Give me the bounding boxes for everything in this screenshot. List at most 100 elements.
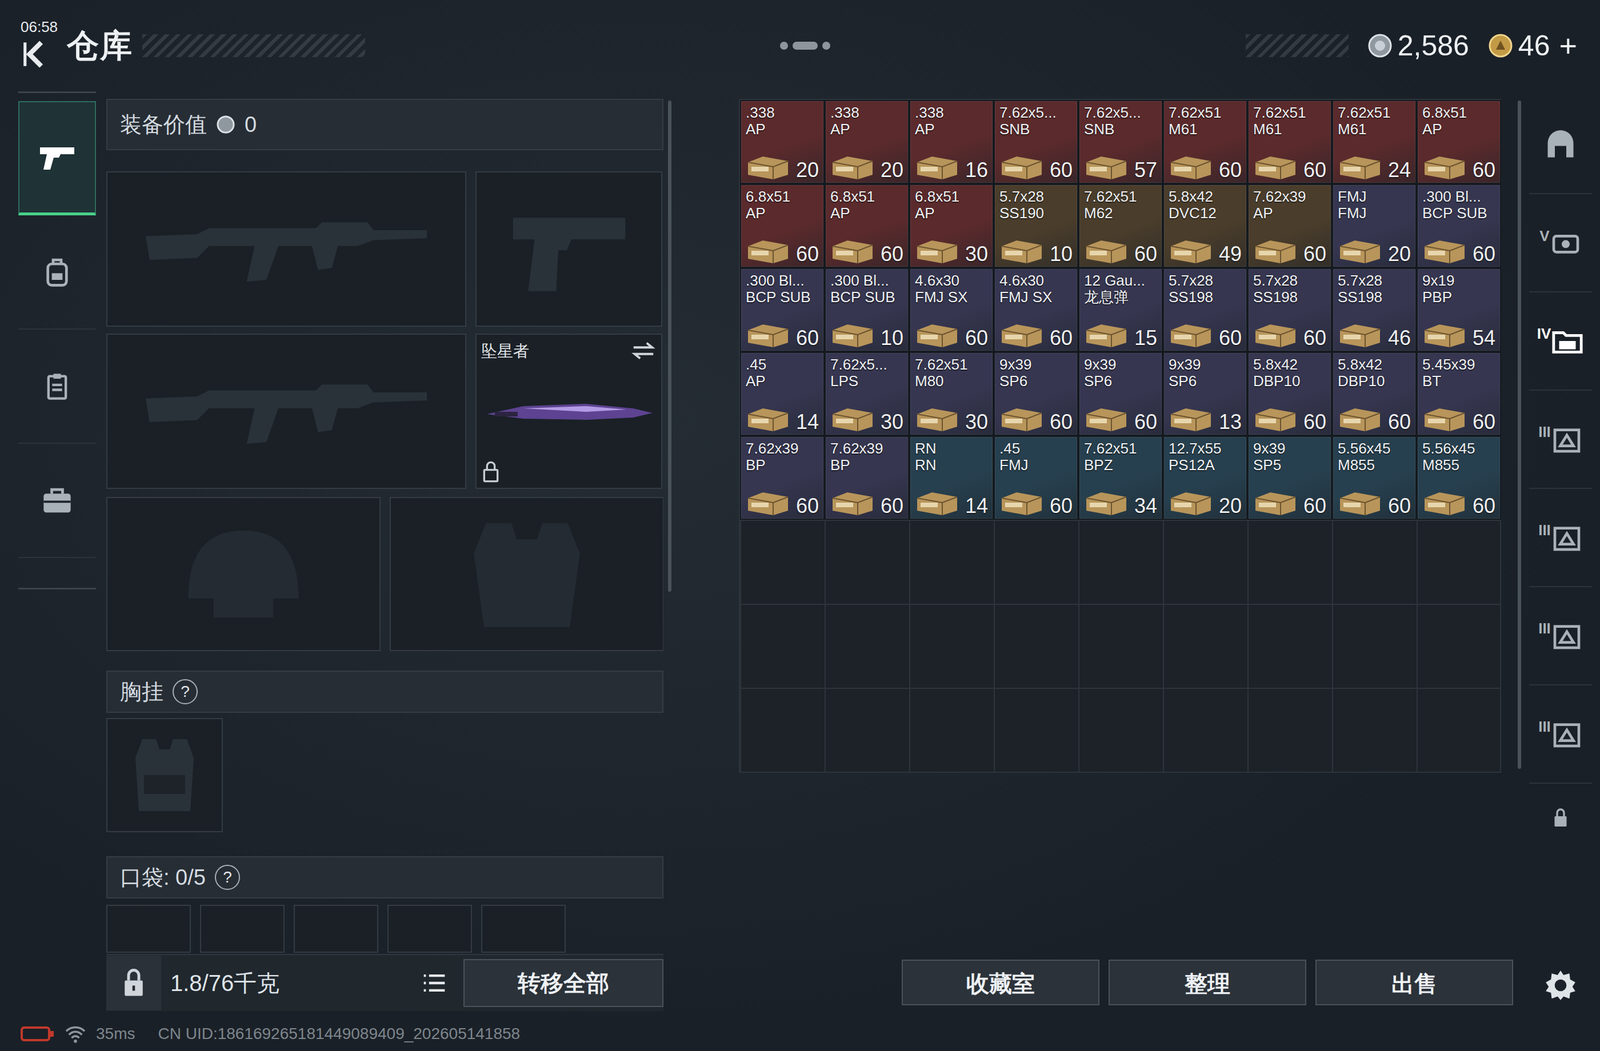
ammo-item[interactable]: 5.7x28SS19860 [1162, 268, 1248, 352]
add-currency-button[interactable]: + [1558, 30, 1578, 62]
hatch-decoration [1245, 34, 1349, 58]
ammo-item[interactable]: 5.7x28SS19860 [1247, 268, 1332, 352]
storage-tab[interactable]: III [1529, 390, 1592, 490]
nav-item[interactable] [18, 215, 96, 330]
action-button[interactable]: 整理 [1108, 960, 1307, 1006]
melee-slot[interactable]: 坠星者 [475, 333, 663, 490]
ammo-box-icon [1422, 406, 1467, 433]
ammo-item[interactable]: 9x39SP660 [1078, 352, 1163, 436]
pistol-slot[interactable] [475, 171, 663, 327]
help-button[interactable]: ? [172, 679, 198, 705]
ammo-item[interactable]: 5.8x42DBP1060 [1332, 352, 1417, 436]
ammo-item[interactable]: .338AP20 [824, 100, 910, 184]
ammo-item[interactable]: 9x39SP613 [1162, 352, 1248, 436]
ammo-item[interactable]: .300 Bl...BCP SUB60 [740, 268, 825, 352]
pocket-slot[interactable] [481, 905, 566, 954]
transfer-all-button[interactable]: 转移全部 [463, 959, 664, 1008]
ammo-box-icon [1253, 406, 1298, 433]
ammo-item[interactable]: 5.8x42DVC1249 [1162, 184, 1248, 268]
ammo-item[interactable]: .45AP14 [740, 352, 825, 436]
ammo-item[interactable]: 6.8x51AP60 [1416, 100, 1502, 184]
ammo-item[interactable]: 5.8x42DBP1060 [1247, 352, 1332, 436]
ammo-item[interactable]: 7.62x51M6160 [1247, 100, 1332, 184]
ammo-item[interactable]: 7.62x39AP60 [1247, 184, 1332, 268]
ammo-item[interactable]: 5.56x45M85560 [1332, 436, 1417, 520]
inventory-scrollbar[interactable] [1517, 100, 1522, 770]
ammo-item[interactable]: RNRN14 [909, 436, 994, 520]
secondary-weapon-slot[interactable] [106, 333, 467, 490]
drag-handle[interactable] [780, 41, 831, 50]
list-button[interactable] [414, 960, 455, 1007]
ammo-item[interactable]: 7.62x51M6160 [1162, 100, 1248, 184]
ammo-item[interactable]: 6.8x51AP30 [909, 184, 994, 268]
currency: 46 [1487, 24, 1551, 68]
equipment-scrollbar[interactable] [668, 100, 672, 592]
storage-icon [1550, 326, 1584, 356]
storage-tab[interactable]: V [1529, 194, 1592, 293]
back-arrow-icon[interactable] [20, 36, 56, 72]
ammo-type: SNB [1084, 121, 1158, 138]
pocket-slot[interactable] [200, 905, 285, 954]
storage-tab[interactable] [1529, 96, 1592, 195]
tab-content: III [1538, 621, 1583, 651]
ammo-type: AP [745, 121, 819, 138]
ammo-item[interactable]: 9x19PBP54 [1416, 268, 1502, 352]
storage-tab[interactable]: III [1529, 587, 1592, 686]
storage-tab[interactable]: III [1529, 685, 1592, 784]
help-button[interactable]: ? [214, 865, 240, 891]
ammo-item[interactable]: 6.8x51AP60 [740, 184, 825, 268]
ammo-item[interactable]: 7.62x39BP60 [740, 436, 825, 520]
locked-tab[interactable] [1529, 784, 1592, 853]
ammo-item[interactable]: 7.62x51M8030 [909, 352, 994, 436]
ammo-bottom: 60 [1168, 137, 1242, 181]
ammo-item[interactable]: .300 Bl...BCP SUB10 [824, 268, 910, 352]
ammo-caliber: 7.62x39 [830, 440, 904, 458]
ammo-item[interactable]: 5.56x45M85560 [1416, 436, 1502, 520]
ammo-item[interactable]: 5.45x39BT60 [1416, 352, 1502, 436]
ammo-item[interactable]: 7.62x51M6124 [1332, 100, 1417, 184]
nav-item[interactable] [18, 329, 96, 444]
ammo-item[interactable]: 4.6x30FMJ SX60 [993, 268, 1079, 352]
nav-item[interactable] [18, 444, 96, 559]
pocket-slot[interactable] [293, 905, 379, 954]
storage-tab[interactable]: IV [1529, 292, 1592, 391]
ammo-item[interactable]: .300 Bl...BCP SUB60 [1416, 184, 1502, 268]
ammo-item[interactable]: 7.62x51M6260 [1078, 184, 1163, 268]
hatch-decoration [142, 34, 366, 58]
storage-tab[interactable]: III [1529, 489, 1592, 588]
lock-button[interactable] [106, 956, 162, 1011]
equipment-list: 装备价值0坠星者胸挂?口袋: 0/5? [106, 91, 664, 955]
ammo-caliber: .300 Bl... [745, 272, 819, 290]
ammo-item[interactable]: 12.7x55PS12A20 [1162, 436, 1248, 520]
ammo-item[interactable]: 7.62x5...LPS30 [824, 352, 910, 436]
ammo-item[interactable]: 9x39SP660 [993, 352, 1079, 436]
ammo-count: 60 [796, 244, 819, 265]
ammo-item[interactable]: 6.8x51AP60 [824, 184, 910, 268]
ammo-type: AP [745, 373, 819, 390]
ammo-item[interactable]: 7.62x5...SNB60 [993, 100, 1079, 184]
pocket-slot[interactable] [106, 905, 191, 954]
primary-weapon-slot[interactable] [106, 171, 467, 327]
action-button[interactable]: 出售 [1315, 960, 1514, 1006]
ammo-item[interactable]: .338AP20 [740, 100, 825, 184]
ammo-item[interactable]: 5.7x28SS19846 [1332, 268, 1417, 352]
pocket-slot[interactable] [387, 905, 472, 954]
ammo-item[interactable]: .338AP16 [909, 100, 994, 184]
helmet-slot[interactable] [106, 497, 381, 652]
nav-item[interactable] [18, 101, 96, 216]
ammo-item[interactable]: 7.62x5...SNB57 [1078, 100, 1163, 184]
ammo-item[interactable]: .45FMJ60 [993, 436, 1079, 520]
swap-icon[interactable] [630, 339, 657, 363]
action-button[interactable]: 收藏室 [901, 960, 1100, 1006]
ammo-item[interactable]: 9x39SP560 [1247, 436, 1332, 520]
armor-slot[interactable] [389, 497, 664, 652]
ammo-item[interactable]: 4.6x30FMJ SX60 [909, 268, 994, 352]
ammo-item[interactable]: 7.62x39BP60 [824, 436, 910, 520]
ammo-count: 20 [796, 160, 819, 181]
ammo-item[interactable]: FMJFMJ20 [1332, 184, 1417, 268]
ammo-item[interactable]: 5.7x28SS19010 [993, 184, 1079, 268]
ammo-item[interactable]: 7.62x51BPZ34 [1078, 436, 1163, 520]
ammo-item[interactable]: 12 Gau...龙息弹15 [1078, 268, 1163, 352]
settings-button[interactable] [1529, 968, 1592, 1004]
chest-rig-slot[interactable] [106, 718, 223, 833]
